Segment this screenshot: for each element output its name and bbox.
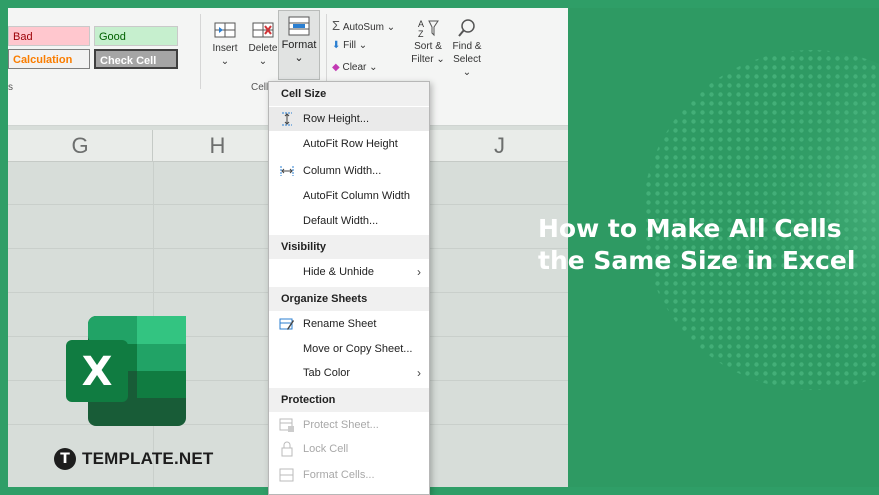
autofit-column-label: AutoFit Column Width (303, 190, 410, 202)
style-good[interactable]: Good (94, 26, 178, 46)
menu-item-autofit-row[interactable]: AutoFit Row Height (269, 132, 429, 156)
clear-chevron-icon: ⌄ (369, 62, 378, 73)
menu-item-protect-sheet[interactable]: Protect Sheet... (269, 413, 429, 437)
delete-label: Delete (248, 43, 278, 54)
autosum-label: AutoSum (342, 22, 384, 33)
sort-filter-label-1: Sort & (414, 41, 442, 52)
sort-filter-button[interactable]: AZ Sort & Filter ⌄ (410, 18, 446, 66)
insert-label: Insert (212, 43, 238, 54)
sort-chevron-icon: ⌄ (436, 54, 445, 65)
protect-sheet-icon (279, 418, 294, 432)
fill-button[interactable]: ⬇ Fill ⌄ (332, 40, 367, 51)
column-header-g[interactable]: G (8, 130, 153, 162)
format-cells-icon (288, 16, 310, 36)
insert-chevron-icon: ⌄ (220, 56, 230, 67)
menu-item-move-copy-sheet[interactable]: Move or Copy Sheet... (269, 337, 429, 361)
template-mark-icon: T (54, 448, 76, 470)
cells-group-label: Cell (251, 82, 269, 93)
protect-sheet-label: Protect Sheet... (303, 419, 379, 431)
menu-item-row-height[interactable]: Row Height... (269, 107, 429, 131)
column-width-label: Column Width... (303, 165, 382, 177)
menu-item-format-cells[interactable]: Format Cells... (269, 463, 429, 487)
hide-unhide-label: Hide & Unhide (303, 266, 374, 278)
headline: How to Make All Cells the Same Size in E… (538, 213, 858, 277)
menu-item-hide-unhide[interactable]: Hide & Unhide › (269, 260, 429, 284)
chevron-right-icon: › (417, 366, 421, 380)
excel-logo-letter: X (82, 349, 113, 395)
menu-section-visibility: Visibility (269, 235, 429, 259)
style-check-cell[interactable]: Check Cell (94, 49, 178, 69)
autofit-row-label: AutoFit Row Height (303, 138, 398, 150)
fill-chevron-icon: ⌄ (358, 40, 368, 51)
menu-item-column-width[interactable]: Column Width... (269, 159, 429, 183)
svg-text:Z: Z (418, 29, 424, 38)
fill-icon: ⬇ (332, 40, 341, 51)
clear-button[interactable]: ◆ Clear ⌄ (332, 62, 378, 73)
column-header-h[interactable]: H (153, 130, 283, 162)
format-label: Format (281, 39, 317, 51)
find-select-label-2: Select (453, 54, 481, 65)
autosum-chevron-icon: ⌄ (386, 22, 396, 33)
rename-sheet-icon (279, 318, 294, 330)
row-height-label: Row Height... (303, 113, 370, 125)
sigma-icon: Σ (332, 18, 341, 33)
clear-label: Clear (342, 62, 367, 73)
lock-cell-label: Lock Cell (303, 443, 349, 455)
eraser-icon: ◆ (332, 62, 340, 73)
ribbon-separator (200, 14, 201, 89)
search-icon (458, 19, 475, 37)
ribbon-separator-2 (326, 14, 327, 89)
format-cells-small-icon (279, 468, 294, 482)
delete-cells-icon (252, 22, 274, 38)
column-header-j[interactable]: J (430, 130, 568, 162)
lock-icon (281, 441, 293, 457)
fill-label: Fill (343, 40, 356, 51)
format-dropdown-menu: Cell Size Row Height... AutoFit Row Heig… (268, 81, 430, 495)
row-height-icon (282, 112, 292, 126)
menu-item-autofit-column[interactable]: AutoFit Column Width (269, 184, 429, 208)
chevron-right-icon: › (417, 265, 421, 279)
insert-cells-icon (214, 22, 236, 38)
styles-group-label: s (8, 82, 13, 93)
find-chevron-icon: ⌄ (462, 67, 472, 78)
menu-section-protection: Protection (269, 388, 429, 412)
format-chevron-icon: ⌄ (294, 52, 304, 64)
menu-section-cell-size: Cell Size (269, 82, 429, 106)
brand-logo: T TEMPLATE.NET (54, 448, 213, 470)
find-select-button[interactable]: Find & Select ⌄ (448, 18, 486, 79)
menu-item-default-width[interactable]: Default Width... (269, 209, 429, 233)
brand-name: TEMPLATE.NET (82, 449, 214, 468)
column-width-icon (280, 166, 294, 176)
format-button[interactable]: Format ⌄ (278, 10, 320, 80)
style-calculation[interactable]: Calculation (8, 49, 90, 69)
default-width-label: Default Width... (303, 215, 379, 227)
headline-line-1: How to Make All Cells (538, 214, 842, 243)
sort-filter-icon: AZ (418, 19, 439, 38)
menu-section-organize-sheets: Organize Sheets (269, 287, 429, 311)
delete-chevron-icon: ⌄ (258, 56, 268, 67)
rename-sheet-label: Rename Sheet (303, 318, 377, 330)
excel-logo-icon: X (66, 316, 186, 426)
svg-text:A: A (418, 19, 424, 29)
format-cells-label: Format Cells... (303, 469, 375, 481)
tab-color-label: Tab Color (303, 367, 351, 379)
delete-button[interactable]: Delete ⌄ (246, 20, 280, 68)
menu-item-tab-color[interactable]: Tab Color › (269, 361, 429, 385)
style-bad[interactable]: Bad (8, 26, 90, 46)
move-copy-label: Move or Copy Sheet... (303, 343, 413, 355)
find-select-label-1: Find & (452, 41, 482, 52)
menu-item-lock-cell[interactable]: Lock Cell (269, 437, 429, 461)
menu-item-rename-sheet[interactable]: Rename Sheet (269, 312, 429, 336)
insert-button[interactable]: Insert ⌄ (208, 20, 242, 68)
sort-filter-label-2: Filter (411, 54, 434, 65)
autosum-button[interactable]: Σ AutoSum ⌄ (332, 18, 395, 33)
headline-line-2: the Same Size in Excel (538, 246, 856, 275)
